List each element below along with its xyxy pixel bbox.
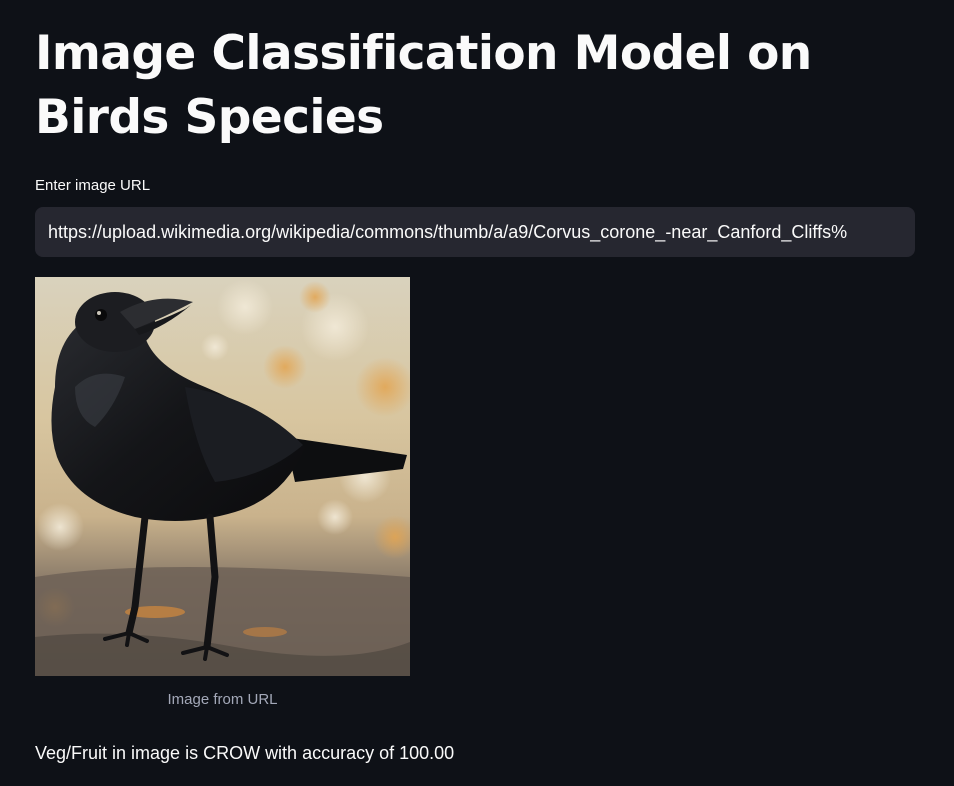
bird-image	[35, 277, 410, 676]
page-title: Image Classification Model on Birds Spec…	[35, 26, 812, 145]
app-container: Image Classification Model on Birds Spec…	[0, 0, 954, 786]
prediction-result: Veg/Fruit in image is CROW with accuracy…	[35, 743, 455, 763]
image-caption: Image from URL	[167, 691, 278, 708]
url-input-label: Enter image URL	[35, 177, 151, 194]
url-input[interactable]	[35, 207, 915, 257]
